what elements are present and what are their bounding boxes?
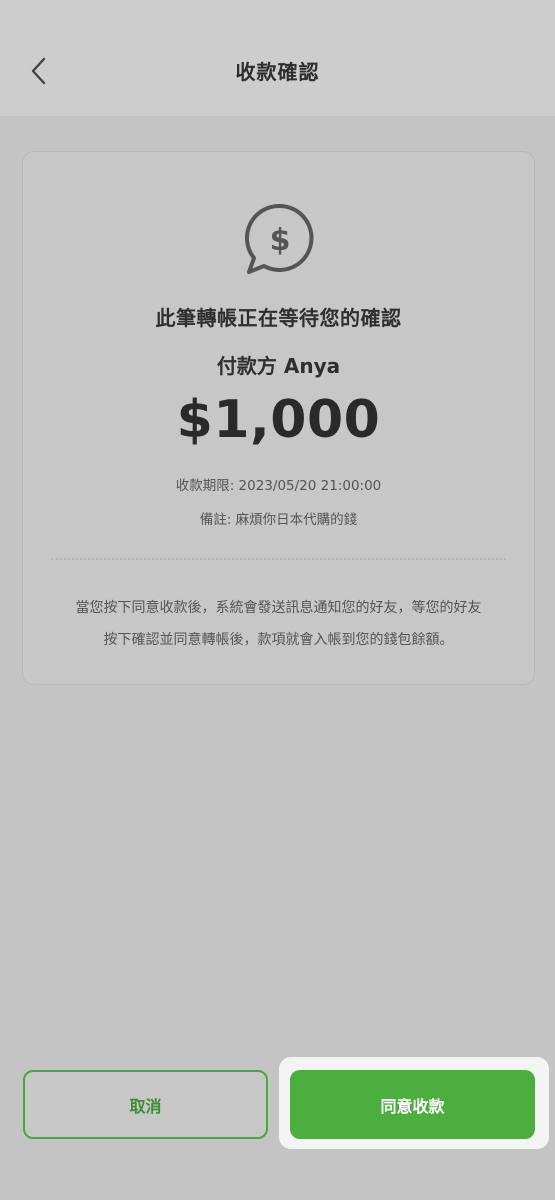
top-bar: 收款確認 — [0, 0, 555, 116]
transfer-memo: 備註: 麻煩你日本代購的錢 — [199, 512, 358, 528]
transfer-confirmation-card: $ 此筆轉帳正在等待您的確認 付款方 Anya $1,000 收款期限: 202… — [22, 151, 535, 685]
payment-deadline: 收款期限: 2023/05/20 21:00:00 — [175, 478, 382, 494]
dotted-divider — [51, 558, 506, 560]
pending-confirmation-title: 此筆轉帳正在等待您的確認 — [155, 306, 402, 330]
svg-text:$: $ — [270, 223, 291, 258]
transfer-amount: $1,000 — [176, 390, 381, 450]
notice-line-2: 按下確認並同意轉帳後，款項就會入帳到您的錢包餘額。 — [103, 632, 454, 648]
notice-text: 當您按下同意收款後，系統會發送訊息通知您的好友，等您的好友 按下確認並同意轉帳後… — [43, 592, 514, 656]
page-title: 收款確認 — [235, 60, 320, 84]
notice-line-1: 當您按下同意收款後，系統會發送訊息通知您的好友，等您的好友 — [75, 600, 482, 616]
dollar-chat-bubble-icon: $ — [244, 203, 314, 274]
agree-receive-button[interactable]: 同意收款 — [290, 1070, 535, 1139]
payer-name: 付款方 Anya — [216, 354, 341, 378]
cancel-button[interactable]: 取消 — [23, 1070, 268, 1139]
